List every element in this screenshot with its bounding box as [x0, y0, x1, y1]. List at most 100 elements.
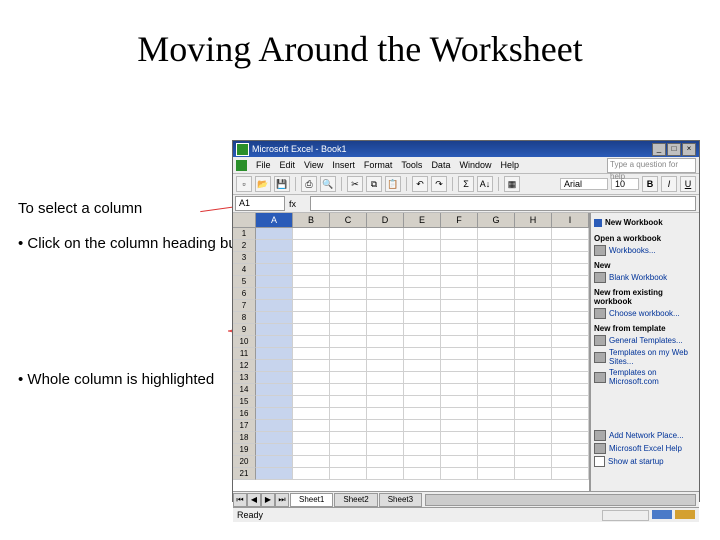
cell[interactable] [552, 384, 589, 396]
cell[interactable] [367, 420, 404, 432]
cell[interactable] [478, 264, 515, 276]
cell[interactable] [515, 360, 552, 372]
cell[interactable] [441, 252, 478, 264]
cell[interactable] [478, 288, 515, 300]
cell[interactable] [478, 336, 515, 348]
cell[interactable] [330, 264, 367, 276]
menu-insert[interactable]: Insert [332, 160, 355, 170]
cell[interactable] [404, 348, 441, 360]
cell[interactable] [404, 468, 441, 480]
cell[interactable] [404, 432, 441, 444]
cell[interactable] [367, 264, 404, 276]
cell[interactable] [552, 408, 589, 420]
cell[interactable] [330, 432, 367, 444]
cell[interactable] [256, 324, 293, 336]
row-header[interactable]: 10 [233, 336, 256, 348]
cell[interactable] [293, 228, 330, 240]
cell[interactable] [293, 312, 330, 324]
cell[interactable] [404, 312, 441, 324]
cell[interactable] [256, 468, 293, 480]
cell[interactable] [404, 444, 441, 456]
tab-sheet2[interactable]: Sheet2 [334, 493, 377, 507]
cell[interactable] [367, 336, 404, 348]
cell[interactable] [256, 420, 293, 432]
tab-sheet3[interactable]: Sheet3 [379, 493, 422, 507]
cell[interactable] [552, 372, 589, 384]
cell[interactable] [330, 372, 367, 384]
cell[interactable] [552, 312, 589, 324]
bold-icon[interactable]: B [642, 176, 658, 192]
cell[interactable] [293, 252, 330, 264]
cell[interactable] [404, 300, 441, 312]
cell[interactable] [404, 252, 441, 264]
cell[interactable] [404, 276, 441, 288]
cell[interactable] [515, 432, 552, 444]
cell[interactable] [515, 336, 552, 348]
checkbox-icon[interactable] [594, 456, 605, 467]
cell[interactable] [256, 228, 293, 240]
cell[interactable] [441, 324, 478, 336]
cell[interactable] [256, 408, 293, 420]
cell[interactable] [515, 228, 552, 240]
cell[interactable] [515, 456, 552, 468]
cell[interactable] [552, 324, 589, 336]
cell[interactable] [256, 312, 293, 324]
save-icon[interactable]: 💾 [274, 176, 290, 192]
menu-format[interactable]: Format [364, 160, 393, 170]
row-header[interactable]: 6 [233, 288, 256, 300]
maximize-button[interactable]: □ [667, 143, 681, 156]
cell[interactable] [256, 276, 293, 288]
cell[interactable] [441, 468, 478, 480]
tp-open-workbooks[interactable]: Workbooks... [594, 245, 696, 256]
cell[interactable] [515, 408, 552, 420]
cell[interactable] [293, 264, 330, 276]
cell[interactable] [293, 372, 330, 384]
cell[interactable] [256, 444, 293, 456]
row-header[interactable]: 5 [233, 276, 256, 288]
undo-icon[interactable]: ↶ [412, 176, 428, 192]
cell[interactable] [256, 300, 293, 312]
row-header[interactable]: 17 [233, 420, 256, 432]
cut-icon[interactable]: ✂ [347, 176, 363, 192]
cell[interactable] [367, 312, 404, 324]
cell[interactable] [552, 300, 589, 312]
cell[interactable] [293, 432, 330, 444]
cell[interactable] [441, 276, 478, 288]
font-name-box[interactable]: Arial [560, 178, 608, 190]
cell[interactable] [441, 456, 478, 468]
cell[interactable] [404, 420, 441, 432]
paste-icon[interactable]: 📋 [385, 176, 401, 192]
cell[interactable] [478, 420, 515, 432]
col-header-a[interactable]: A [256, 213, 293, 227]
cell[interactable] [478, 312, 515, 324]
close-button[interactable]: × [682, 143, 696, 156]
cell[interactable] [367, 444, 404, 456]
cell[interactable] [515, 348, 552, 360]
col-header-i[interactable]: I [552, 213, 589, 227]
row-header[interactable]: 2 [233, 240, 256, 252]
cell[interactable] [552, 264, 589, 276]
cell[interactable] [515, 372, 552, 384]
cell[interactable] [256, 252, 293, 264]
cell[interactable] [330, 252, 367, 264]
cell[interactable] [404, 228, 441, 240]
cell[interactable] [478, 408, 515, 420]
cell[interactable] [478, 432, 515, 444]
cell[interactable] [441, 348, 478, 360]
cell[interactable] [330, 468, 367, 480]
cell[interactable] [552, 360, 589, 372]
cell[interactable] [552, 432, 589, 444]
cell[interactable] [404, 324, 441, 336]
cell[interactable] [293, 468, 330, 480]
cell[interactable] [478, 468, 515, 480]
redo-icon[interactable]: ↷ [431, 176, 447, 192]
cell[interactable] [515, 324, 552, 336]
new-icon[interactable]: ▫ [236, 176, 252, 192]
cell[interactable] [293, 324, 330, 336]
row-header[interactable]: 14 [233, 384, 256, 396]
tp-templates-web[interactable]: Templates on my Web Sites... [594, 348, 696, 366]
cell[interactable] [293, 360, 330, 372]
cell[interactable] [441, 300, 478, 312]
cell[interactable] [330, 348, 367, 360]
cell[interactable] [552, 288, 589, 300]
